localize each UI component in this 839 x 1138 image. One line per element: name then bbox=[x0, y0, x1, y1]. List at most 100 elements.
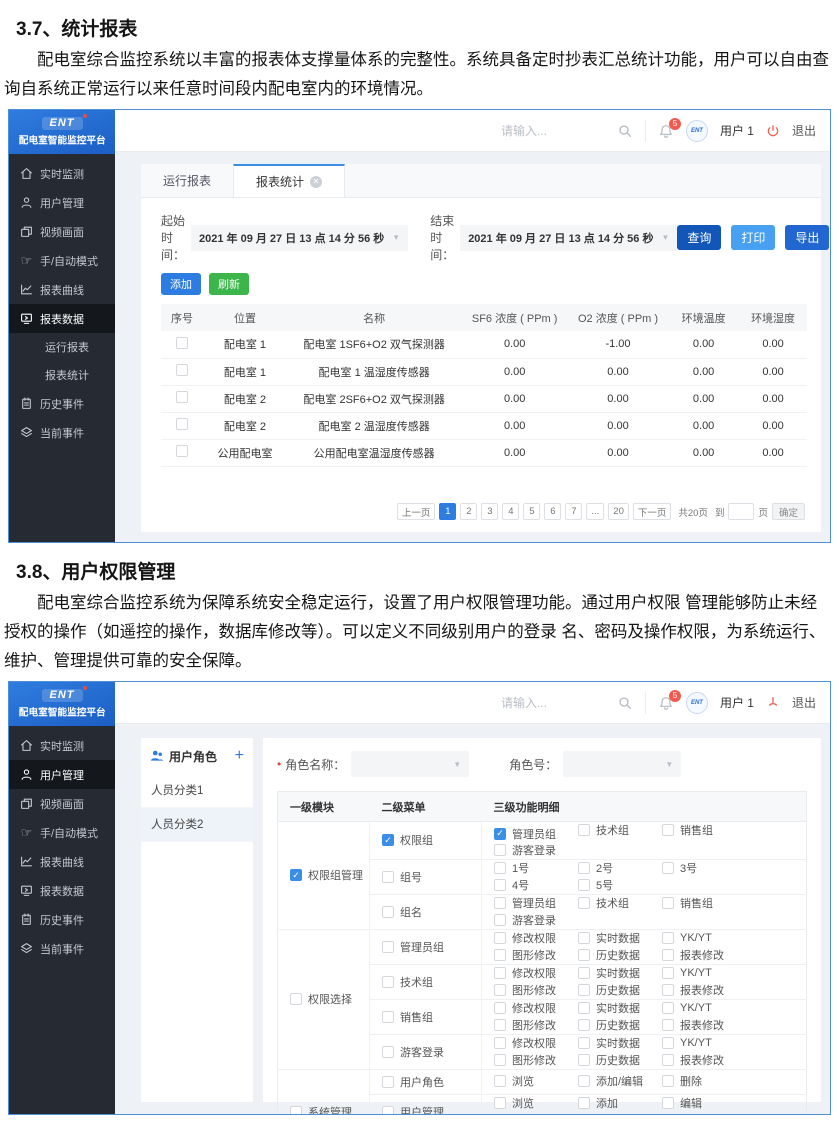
checkbox[interactable] bbox=[382, 906, 394, 918]
end-time-picker[interactable]: 2021 年 09 月 27 日 13 点 14 分 56 秒▼ bbox=[460, 225, 677, 251]
checkbox[interactable] bbox=[382, 1046, 394, 1058]
checkbox[interactable] bbox=[662, 897, 674, 909]
checkbox[interactable] bbox=[290, 869, 302, 881]
checkbox[interactable] bbox=[494, 1019, 506, 1031]
prev-page-button[interactable]: 上一页 bbox=[397, 503, 436, 520]
sidebar-item-报表曲线[interactable]: 报表曲线 bbox=[9, 275, 115, 304]
role-list-item-人员分类2[interactable]: 人员分类2 bbox=[141, 808, 253, 842]
checkbox[interactable] bbox=[382, 871, 394, 883]
page-button-2[interactable]: 2 bbox=[460, 503, 477, 520]
print-button[interactable]: 打印 bbox=[731, 225, 775, 250]
checkbox[interactable] bbox=[578, 932, 590, 944]
avatar[interactable]: ENT bbox=[686, 692, 708, 714]
search-icon[interactable] bbox=[617, 123, 633, 139]
checkbox[interactable] bbox=[662, 1097, 674, 1109]
checkbox[interactable] bbox=[494, 1075, 506, 1087]
checkbox[interactable] bbox=[176, 337, 188, 349]
sidebar-item-当前事件[interactable]: 当前事件 bbox=[9, 418, 115, 447]
checkbox[interactable] bbox=[578, 1002, 590, 1014]
export-button[interactable]: 导出 bbox=[785, 225, 829, 250]
search-icon[interactable] bbox=[617, 695, 633, 711]
logout-button[interactable]: 退出 bbox=[792, 122, 816, 139]
checkbox[interactable] bbox=[662, 984, 674, 996]
search-box[interactable] bbox=[501, 695, 633, 711]
checkbox[interactable] bbox=[494, 1002, 506, 1014]
checkbox[interactable] bbox=[494, 862, 506, 874]
close-tab-icon[interactable]: ✕ bbox=[310, 176, 322, 188]
checkbox[interactable] bbox=[494, 1114, 506, 1116]
checkbox[interactable] bbox=[494, 949, 506, 961]
checkbox[interactable] bbox=[494, 984, 506, 996]
checkbox[interactable] bbox=[662, 932, 674, 944]
checkbox[interactable] bbox=[578, 1114, 590, 1116]
checkbox[interactable] bbox=[662, 1114, 674, 1116]
checkbox[interactable] bbox=[382, 941, 394, 953]
checkbox[interactable] bbox=[176, 418, 188, 430]
checkbox[interactable] bbox=[662, 949, 674, 961]
logout-button[interactable]: 退出 bbox=[792, 694, 816, 711]
sidebar-item-实时监测[interactable]: 实时监测 bbox=[9, 731, 115, 760]
checkbox[interactable] bbox=[382, 1076, 394, 1088]
next-page-button[interactable]: 下一页 bbox=[633, 503, 672, 520]
page-button-3[interactable]: 3 bbox=[481, 503, 498, 520]
role-name-select[interactable]: ▼ bbox=[351, 751, 469, 777]
checkbox[interactable] bbox=[662, 862, 674, 874]
checkbox[interactable] bbox=[578, 824, 590, 836]
sidebar-item-实时监测[interactable]: 实时监测 bbox=[9, 159, 115, 188]
power-icon[interactable] bbox=[766, 696, 780, 710]
start-time-picker[interactable]: 2021 年 09 月 27 日 13 点 14 分 56 秒▼ bbox=[191, 225, 408, 251]
confirm-page-button[interactable]: 确定 bbox=[772, 503, 805, 520]
add-role-button[interactable]: + bbox=[235, 748, 244, 764]
checkbox[interactable] bbox=[662, 1037, 674, 1049]
sidebar-item-报表数据[interactable]: 报表数据 bbox=[9, 876, 115, 905]
checkbox[interactable] bbox=[578, 1075, 590, 1087]
checkbox[interactable] bbox=[290, 1106, 302, 1116]
tab-report-stats[interactable]: 报表统计 ✕ bbox=[233, 164, 345, 197]
page-button-4[interactable]: 4 bbox=[502, 503, 519, 520]
sidebar-item-历史事件[interactable]: 历史事件 bbox=[9, 905, 115, 934]
checkbox[interactable] bbox=[382, 1011, 394, 1023]
checkbox[interactable] bbox=[662, 1019, 674, 1031]
checkbox[interactable] bbox=[662, 824, 674, 836]
tab-run-report[interactable]: 运行报表 bbox=[141, 164, 233, 197]
sidebar-item-手/自动模式[interactable]: ☞手/自动模式 bbox=[9, 246, 115, 275]
page-button-20[interactable]: 20 bbox=[608, 503, 629, 520]
page-button-1[interactable]: 1 bbox=[439, 503, 456, 520]
checkbox[interactable] bbox=[494, 1037, 506, 1049]
checkbox[interactable] bbox=[578, 949, 590, 961]
search-box[interactable] bbox=[501, 123, 633, 139]
checkbox[interactable] bbox=[662, 967, 674, 979]
avatar[interactable]: ENT bbox=[686, 120, 708, 142]
checkbox[interactable] bbox=[578, 967, 590, 979]
sidebar-item-报表统计[interactable]: 报表统计 bbox=[9, 361, 115, 389]
checkbox[interactable] bbox=[382, 834, 394, 846]
notifications-button[interactable]: 5 bbox=[658, 695, 674, 711]
refresh-button[interactable]: 刷新 bbox=[209, 273, 249, 295]
checkbox[interactable] bbox=[382, 1106, 394, 1116]
checkbox[interactable] bbox=[382, 976, 394, 988]
checkbox[interactable] bbox=[494, 1097, 506, 1109]
checkbox[interactable] bbox=[578, 1037, 590, 1049]
sidebar-item-运行报表[interactable]: 运行报表 bbox=[9, 333, 115, 361]
checkbox[interactable] bbox=[494, 967, 506, 979]
sidebar-item-当前事件[interactable]: 当前事件 bbox=[9, 934, 115, 963]
sidebar-item-报表曲线[interactable]: 报表曲线 bbox=[9, 847, 115, 876]
query-button[interactable]: 查询 bbox=[677, 225, 721, 250]
page-goto-input[interactable] bbox=[728, 503, 754, 520]
add-button[interactable]: 添加 bbox=[161, 273, 201, 295]
notifications-button[interactable]: 5 bbox=[658, 123, 674, 139]
checkbox[interactable] bbox=[494, 932, 506, 944]
checkbox[interactable] bbox=[494, 879, 506, 891]
search-input[interactable] bbox=[501, 124, 596, 138]
checkbox[interactable] bbox=[578, 1054, 590, 1066]
checkbox[interactable] bbox=[662, 1054, 674, 1066]
checkbox[interactable] bbox=[494, 844, 506, 856]
checkbox[interactable] bbox=[662, 1002, 674, 1014]
checkbox[interactable] bbox=[176, 445, 188, 457]
sidebar-item-用户管理[interactable]: 用户管理 bbox=[9, 760, 115, 789]
sidebar-item-用户管理[interactable]: 用户管理 bbox=[9, 188, 115, 217]
sidebar-item-报表数据[interactable]: 报表数据 bbox=[9, 304, 115, 333]
page-button-6[interactable]: 6 bbox=[544, 503, 561, 520]
checkbox[interactable] bbox=[494, 897, 506, 909]
role-no-select[interactable]: ▼ bbox=[563, 751, 681, 777]
